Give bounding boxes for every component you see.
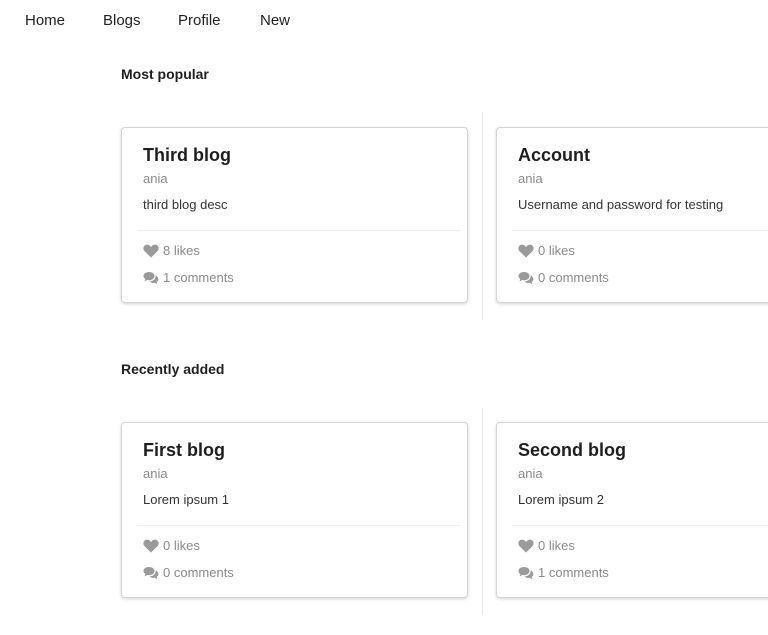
card-author: ania	[518, 466, 543, 481]
heart-icon	[143, 539, 159, 553]
nav-new-link[interactable]: New	[260, 12, 290, 29]
heart-icon	[143, 244, 159, 258]
card-comments[interactable]: 0 comments	[518, 270, 609, 285]
card-likes-count: 0 likes	[538, 538, 575, 553]
card-title[interactable]: Second blog	[518, 440, 626, 461]
heart-icon	[518, 244, 534, 258]
comments-icon	[518, 566, 534, 580]
card-likes[interactable]: 0 likes	[518, 538, 575, 553]
blog-card-second-blog[interactable]: Second blog ania Lorem ipsum 2 0 likes 1…	[496, 422, 768, 598]
comments-icon	[143, 271, 159, 285]
card-description: Lorem ipsum 2	[518, 492, 604, 507]
card-likes-count: 8 likes	[163, 243, 200, 258]
section-title-most-popular: Most popular	[121, 66, 209, 82]
card-separator	[137, 525, 460, 526]
card-author: ania	[143, 466, 168, 481]
top-nav: Home Blogs Profile New	[0, 0, 768, 42]
card-separator	[137, 230, 460, 231]
card-description: third blog desc	[143, 197, 228, 212]
card-comments-count: 0 comments	[163, 565, 234, 580]
card-comments[interactable]: 0 comments	[143, 565, 234, 580]
section-title-recently-added: Recently added	[121, 361, 225, 377]
column-divider	[482, 408, 483, 615]
comments-icon	[143, 566, 159, 580]
card-likes-count: 0 likes	[538, 243, 575, 258]
nav-home-link[interactable]: Home	[25, 12, 65, 29]
card-likes[interactable]: 0 likes	[518, 243, 575, 258]
blog-card-first-blog[interactable]: First blog ania Lorem ipsum 1 0 likes 0 …	[121, 422, 468, 598]
card-title[interactable]: Third blog	[143, 145, 231, 166]
column-divider	[482, 112, 483, 320]
card-likes-count: 0 likes	[163, 538, 200, 553]
card-description: Lorem ipsum 1	[143, 492, 229, 507]
comments-icon	[518, 271, 534, 285]
nav-blogs-link[interactable]: Blogs	[103, 12, 141, 29]
card-author: ania	[518, 171, 543, 186]
card-comments-count: 1 comments	[538, 565, 609, 580]
card-separator	[512, 230, 768, 231]
card-comments-count: 1 comments	[163, 270, 234, 285]
card-comments-count: 0 comments	[538, 270, 609, 285]
card-title[interactable]: First blog	[143, 440, 225, 461]
card-likes[interactable]: 8 likes	[143, 243, 200, 258]
recently-added-row: First blog ania Lorem ipsum 1 0 likes 0 …	[0, 408, 768, 618]
heart-icon	[518, 539, 534, 553]
blog-card-third-blog[interactable]: Third blog ania third blog desc 8 likes …	[121, 127, 468, 303]
card-author: ania	[143, 171, 168, 186]
card-likes[interactable]: 0 likes	[143, 538, 200, 553]
card-comments[interactable]: 1 comments	[143, 270, 234, 285]
card-separator	[512, 525, 768, 526]
card-title[interactable]: Account	[518, 145, 590, 166]
most-popular-row: Third blog ania third blog desc 8 likes …	[0, 112, 768, 322]
card-comments[interactable]: 1 comments	[518, 565, 609, 580]
nav-profile-link[interactable]: Profile	[178, 12, 221, 29]
card-description: Username and password for testing	[518, 197, 724, 212]
blog-card-account[interactable]: Account ania Username and password for t…	[496, 127, 768, 303]
